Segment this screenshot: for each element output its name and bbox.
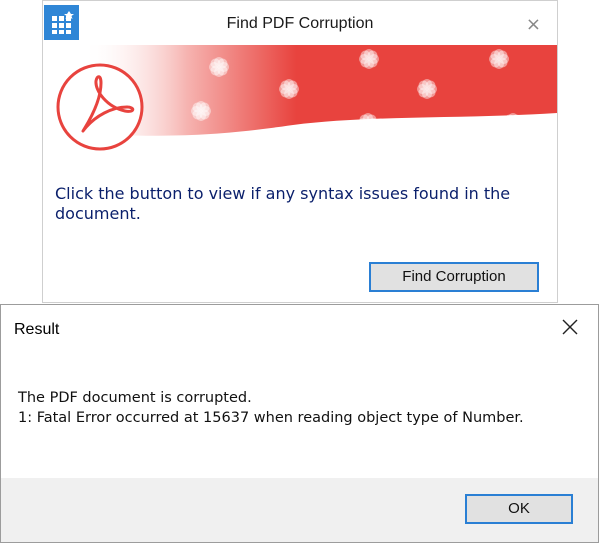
- banner: [56, 45, 557, 151]
- find-corruption-button[interactable]: Find Corruption: [369, 262, 539, 292]
- dialog-title: Result: [14, 321, 60, 338]
- result-line-2: 1: Fatal Error occurred at 15637 when re…: [18, 410, 524, 426]
- dialog-footer: OK: [1, 478, 598, 542]
- ok-button[interactable]: OK: [465, 494, 573, 524]
- find-pdf-corruption-window: Find PDF Corruption × Click the button t…: [42, 0, 558, 303]
- title-bar: Find PDF Corruption ×: [43, 1, 557, 47]
- window-title: Find PDF Corruption: [226, 15, 374, 32]
- instruction-text: Click the button to view if any syntax i…: [55, 184, 511, 223]
- result-line-1: The PDF document is corrupted.: [18, 390, 252, 406]
- close-icon[interactable]: [560, 317, 580, 337]
- result-dialog: Result The PDF document is corrupted. 1:…: [0, 304, 599, 543]
- close-icon[interactable]: ×: [526, 15, 541, 35]
- adobe-acrobat-icon: [56, 63, 144, 151]
- result-message: The PDF document is corrupted. 1: Fatal …: [18, 388, 524, 428]
